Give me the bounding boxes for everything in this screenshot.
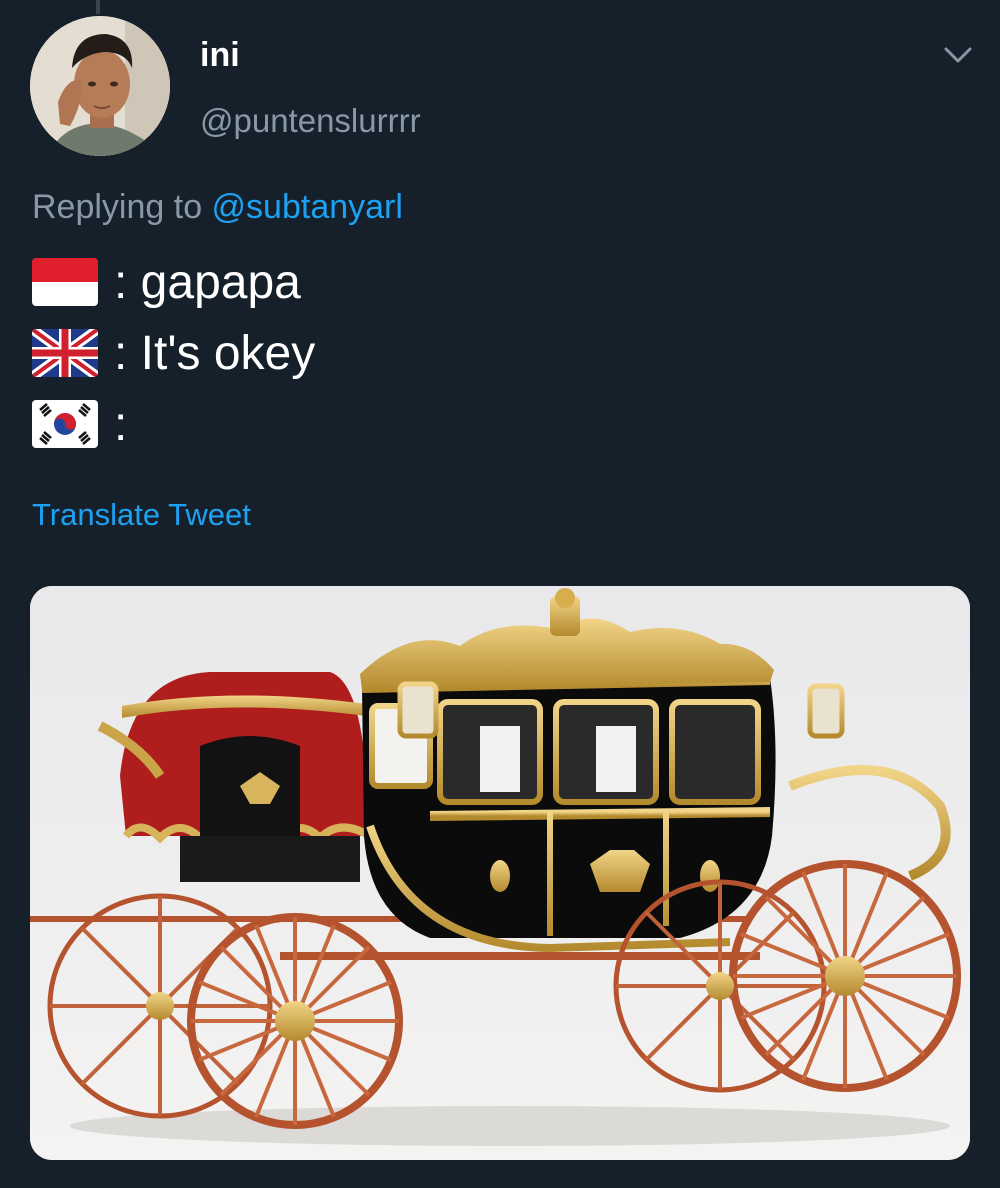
tweet-line-korea: : — [32, 394, 127, 454]
user-handle[interactable]: @puntenslurrrr — [200, 102, 421, 140]
tweet-line-text: : — [114, 397, 128, 451]
thread-line — [96, 0, 100, 14]
south-korea-flag-icon — [32, 400, 98, 448]
replying-to: Replying to @subtanyarl — [32, 188, 403, 227]
tweet: ini @puntenslurrrr Replying to @subtanya… — [0, 0, 1000, 1188]
chevron-down-icon[interactable] — [940, 40, 976, 70]
golden-carriage-photo[interactable] — [30, 586, 970, 1160]
avatar[interactable] — [30, 16, 170, 156]
tweet-line-text: : It's okey — [114, 326, 316, 380]
tweet-line-indonesia: : gapapa — [32, 252, 301, 312]
uk-flag-icon — [32, 329, 98, 377]
tweet-line-text: : gapapa — [114, 255, 301, 309]
replying-mention-link[interactable]: @subtanyarl — [212, 188, 403, 226]
replying-prefix: Replying to — [32, 188, 212, 226]
translate-tweet-link[interactable]: Translate Tweet — [32, 497, 251, 533]
display-name[interactable]: ini — [200, 36, 240, 75]
indonesia-flag-icon — [32, 258, 98, 306]
tweet-line-uk: : It's okey — [32, 323, 315, 383]
